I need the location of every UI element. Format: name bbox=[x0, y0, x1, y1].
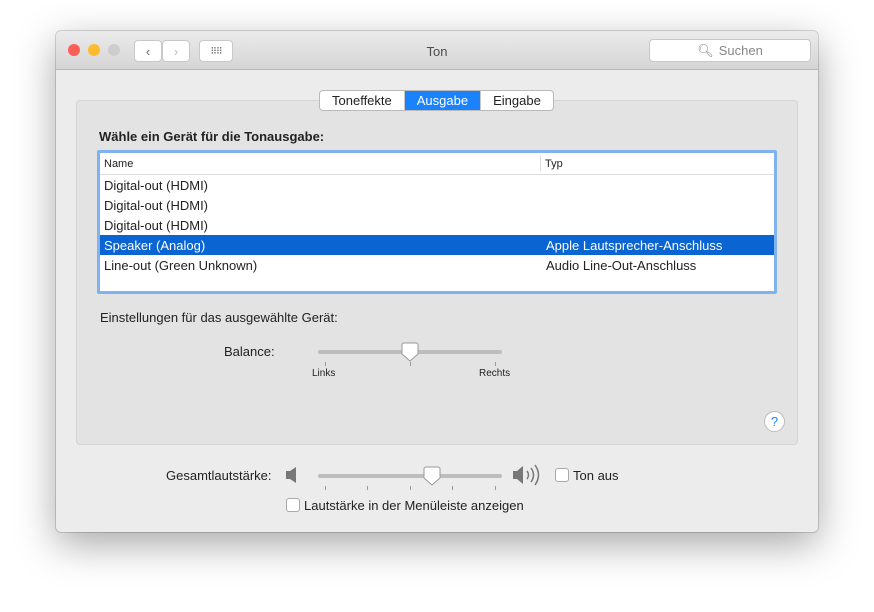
tab-bar: Toneffekte Ausgabe Eingabe bbox=[319, 90, 554, 111]
device-name: Digital-out (HDMI) bbox=[104, 198, 209, 213]
table-row[interactable]: Speaker (Analog) Apple Lautsprecher-Ansch… bbox=[100, 235, 774, 255]
table-header: Name Typ bbox=[100, 153, 774, 175]
device-type: Audio Line-Out-Anschluss bbox=[546, 258, 697, 273]
volume-slider-thumb[interactable] bbox=[423, 466, 441, 486]
mute-checkbox[interactable] bbox=[555, 468, 569, 482]
mute-label: Ton aus bbox=[573, 468, 619, 483]
tick bbox=[325, 362, 326, 366]
sound-preferences-window: ‹ › ⠿⠿ Ton 🔍︎ Suchen Toneffekte Ausgabe E… bbox=[56, 31, 818, 532]
tick bbox=[495, 486, 496, 490]
tab-eingabe[interactable]: Eingabe bbox=[481, 91, 553, 110]
device-name: Digital-out (HDMI) bbox=[104, 218, 209, 233]
speaker-high-icon bbox=[513, 464, 540, 486]
device-name: Speaker (Analog) bbox=[104, 238, 206, 253]
balance-label: Balance: bbox=[224, 344, 275, 359]
tick bbox=[325, 486, 326, 490]
column-name[interactable]: Name bbox=[104, 158, 133, 170]
volume-label: Gesamtlautstärke: bbox=[166, 468, 272, 483]
tick bbox=[410, 486, 411, 490]
title-bar: ‹ › ⠿⠿ Ton 🔍︎ Suchen bbox=[56, 31, 818, 70]
help-button[interactable]: ? bbox=[764, 411, 785, 432]
tick bbox=[452, 486, 453, 490]
menubar-volume-checkbox[interactable] bbox=[286, 498, 300, 512]
device-type: Apple Lautsprecher-Anschluss bbox=[546, 238, 723, 253]
table-row[interactable]: Digital-out (HDMI) bbox=[100, 175, 774, 195]
volume-slider[interactable] bbox=[318, 474, 502, 478]
device-name: Line-out (Green Unknown) bbox=[104, 258, 258, 273]
search-input[interactable]: 🔍︎ Suchen bbox=[649, 39, 811, 62]
column-type[interactable]: Typ bbox=[540, 155, 563, 171]
table-row[interactable]: Digital-out (HDMI) bbox=[100, 195, 774, 215]
speaker-low-icon bbox=[286, 467, 296, 483]
search-placeholder: Suchen bbox=[718, 43, 763, 58]
tick bbox=[410, 362, 411, 366]
search-icon: 🔍︎ bbox=[697, 42, 714, 58]
device-table[interactable]: Name Typ Digital-out (HDMI) Digital-out (… bbox=[97, 150, 777, 294]
balance-left-label: Links bbox=[312, 368, 336, 379]
tab-toneffekte[interactable]: Toneffekte bbox=[320, 91, 405, 110]
settings-heading: Einstellungen für das ausgewählte Gerät: bbox=[100, 310, 338, 325]
menubar-volume-label: Lautstärke in der Menüleiste anzeigen bbox=[304, 498, 524, 513]
table-row[interactable]: Line-out (Green Unknown) Audio Line-Out-A… bbox=[100, 255, 774, 275]
table-row[interactable]: Digital-out (HDMI) bbox=[100, 215, 774, 235]
balance-right-label: Rechts bbox=[479, 368, 511, 379]
balance-slider-thumb[interactable] bbox=[401, 342, 419, 362]
tick bbox=[495, 362, 496, 366]
device-name: Digital-out (HDMI) bbox=[104, 178, 209, 193]
output-heading: Wähle ein Gerät für die Tonausgabe: bbox=[99, 129, 325, 144]
tick bbox=[367, 486, 368, 490]
tab-ausgabe[interactable]: Ausgabe bbox=[404, 91, 482, 110]
